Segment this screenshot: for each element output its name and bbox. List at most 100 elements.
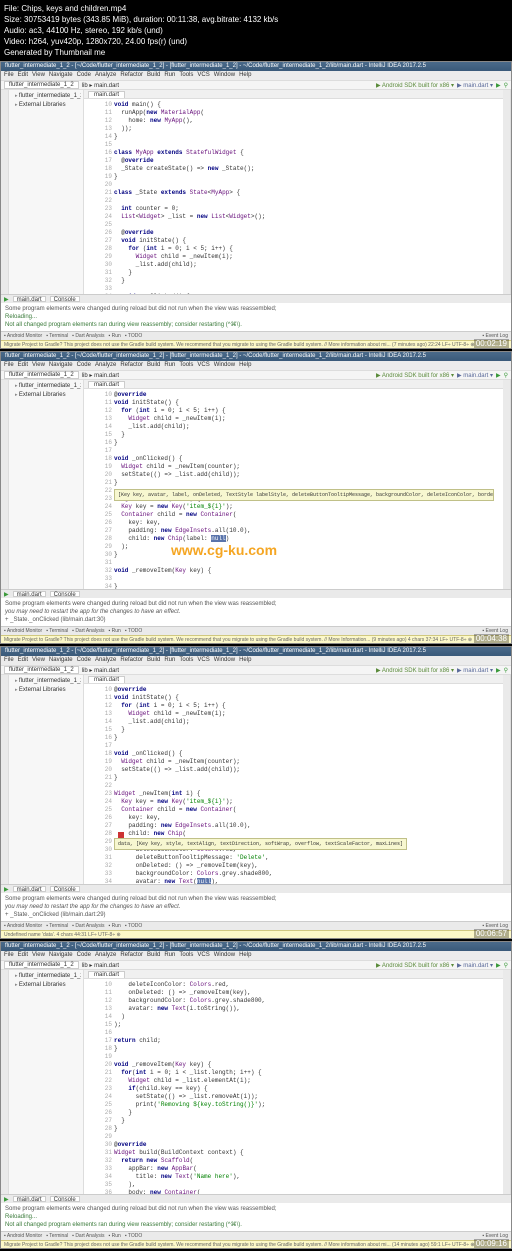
- bottombar-item[interactable]: ▪ Dart Analysis: [72, 628, 104, 634]
- console-tab[interactable]: main.dart: [13, 591, 46, 597]
- menu-analyze[interactable]: Analyze: [95, 657, 116, 663]
- menu-vcs[interactable]: VCS: [197, 362, 209, 368]
- run-config[interactable]: ▶ main.dart ▾: [457, 667, 493, 674]
- menu-vcs[interactable]: VCS: [197, 657, 209, 663]
- menu-navigate[interactable]: Navigate: [49, 362, 73, 368]
- bottombar-item[interactable]: ▪ TODO: [125, 628, 142, 634]
- bottombar-item[interactable]: ▪ Terminal: [46, 333, 68, 339]
- console-tab[interactable]: Console: [50, 886, 80, 892]
- bottombar-item[interactable]: ▪ Terminal: [46, 1233, 68, 1239]
- bottombar-item[interactable]: ▪ TODO: [125, 333, 142, 339]
- device-selector[interactable]: ▶ Android SDK built for x86 ▾: [376, 667, 454, 674]
- right-strip[interactable]: [503, 675, 511, 884]
- file-tab-main[interactable]: main.dart: [88, 676, 125, 683]
- menu-vcs[interactable]: VCS: [197, 72, 209, 78]
- debug-icon[interactable]: ⚲: [504, 82, 508, 89]
- project-tree[interactable]: flutter_intermediate_1_2 External Librar…: [9, 90, 84, 294]
- menu-analyze[interactable]: Analyze: [95, 362, 116, 368]
- console-tabs[interactable]: ▶ main.dartConsole: [1, 1195, 511, 1203]
- bottombar-item[interactable]: ▪ Terminal: [46, 923, 68, 929]
- console-tabs[interactable]: ▶ main.dartConsole: [1, 590, 511, 598]
- file-tabs[interactable]: main.dart: [84, 380, 503, 389]
- menu-tools[interactable]: Tools: [179, 657, 193, 663]
- console-tab[interactable]: Console: [50, 296, 80, 302]
- bottombar-item[interactable]: ▪ TODO: [125, 1233, 142, 1239]
- console-tabs[interactable]: ▶ main.dartConsole: [1, 295, 511, 303]
- menu-analyze[interactable]: Analyze: [95, 952, 116, 958]
- bottombar-item[interactable]: ▪ Dart Analysis: [72, 333, 104, 339]
- left-strip[interactable]: [1, 970, 9, 1194]
- console-tab[interactable]: main.dart: [13, 1196, 46, 1202]
- run-icon[interactable]: ▶: [496, 82, 501, 89]
- console-tabs[interactable]: ▶ main.dartConsole: [1, 885, 511, 893]
- menu-refactor[interactable]: Refactor: [120, 657, 143, 663]
- menu-code[interactable]: Code: [77, 657, 91, 663]
- console-output[interactable]: Some program elements were changed durin…: [1, 1203, 511, 1231]
- bottombar-item[interactable]: ▪ TODO: [125, 923, 142, 929]
- menu-file[interactable]: File: [4, 362, 14, 368]
- menu-file[interactable]: File: [4, 657, 14, 663]
- code-editor[interactable]: 10 11 12 13 14 15 16 17 18 19 20 21 22 2…: [84, 389, 503, 589]
- file-tab-main[interactable]: main.dart: [88, 971, 125, 978]
- file-tabs[interactable]: main.dart: [84, 970, 503, 979]
- project-tab[interactable]: flutter_intermediate_1_2: [4, 81, 79, 89]
- project-tree[interactable]: flutter_intermediate_1_2 External Librar…: [9, 380, 84, 589]
- code-editor[interactable]: 10 11 12 13 14 15 16 17 18 19 20 21 22 2…: [84, 979, 503, 1194]
- bottombar-item[interactable]: ▪ Run: [109, 923, 121, 929]
- external-libs[interactable]: External Libraries: [11, 981, 81, 990]
- run-config[interactable]: ▶ main.dart ▾: [457, 372, 493, 379]
- bottombar-item[interactable]: ▪ Run: [109, 628, 121, 634]
- code-editor[interactable]: 10 11 12 13 14 15 16 17 18 19 20 21 22 2…: [84, 99, 503, 294]
- menu-code[interactable]: Code: [77, 952, 91, 958]
- project-tab[interactable]: flutter_intermediate_1_2: [4, 666, 79, 674]
- menu-refactor[interactable]: Refactor: [120, 362, 143, 368]
- menu-navigate[interactable]: Navigate: [49, 72, 73, 78]
- bottombar-item[interactable]: ▪ Android Monitor: [4, 923, 42, 929]
- menu-vcs[interactable]: VCS: [197, 952, 209, 958]
- menu-window[interactable]: Window: [214, 72, 235, 78]
- console-tab[interactable]: Console: [50, 591, 80, 597]
- project-root[interactable]: flutter_intermediate_1_2: [11, 382, 81, 391]
- menu-file[interactable]: File: [4, 952, 14, 958]
- console-tab[interactable]: main.dart: [13, 886, 46, 892]
- bottom-toolbar[interactable]: ▪ Android Monitor▪ Terminal▪ Dart Analys…: [1, 921, 511, 930]
- menu-window[interactable]: Window: [214, 952, 235, 958]
- bottombar-item[interactable]: ▪ Terminal: [46, 628, 68, 634]
- bottombar-item[interactable]: ▪ Android Monitor: [4, 628, 42, 634]
- device-selector[interactable]: ▶ Android SDK built for x86 ▾: [376, 962, 454, 969]
- console-output[interactable]: Some program elements were changed durin…: [1, 598, 511, 626]
- external-libs[interactable]: External Libraries: [11, 686, 81, 695]
- project-root[interactable]: flutter_intermediate_1_2: [11, 677, 81, 686]
- run-icon[interactable]: ▶: [496, 372, 501, 379]
- device-selector[interactable]: ▶ Android SDK built for x86 ▾: [376, 372, 454, 379]
- console-tab[interactable]: Console: [50, 1196, 80, 1202]
- project-root[interactable]: flutter_intermediate_1_2: [11, 92, 81, 101]
- menu-view[interactable]: View: [32, 362, 45, 368]
- project-tab[interactable]: flutter_intermediate_1_2: [4, 961, 79, 969]
- menu-code[interactable]: Code: [77, 362, 91, 368]
- left-strip[interactable]: [1, 380, 9, 589]
- external-libs[interactable]: External Libraries: [11, 101, 81, 110]
- menu-help[interactable]: Help: [239, 657, 251, 663]
- menu-help[interactable]: Help: [239, 362, 251, 368]
- project-tree[interactable]: flutter_intermediate_1_2 External Librar…: [9, 675, 84, 884]
- run-icon[interactable]: ▶: [496, 667, 501, 674]
- bottombar-item[interactable]: ▪ Android Monitor: [4, 1233, 42, 1239]
- right-strip[interactable]: [503, 90, 511, 294]
- console-output[interactable]: Some program elements were changed durin…: [1, 303, 511, 331]
- menu-run[interactable]: Run: [164, 657, 175, 663]
- bottombar-item[interactable]: ▪ Run: [109, 333, 121, 339]
- project-tab[interactable]: flutter_intermediate_1_2: [4, 371, 79, 379]
- menu-build[interactable]: Build: [147, 362, 160, 368]
- menu-edit[interactable]: Edit: [18, 952, 28, 958]
- menu-tools[interactable]: Tools: [179, 72, 193, 78]
- debug-icon[interactable]: ⚲: [504, 667, 508, 674]
- menu-view[interactable]: View: [32, 72, 45, 78]
- menubar[interactable]: FileEditViewNavigateCodeAnalyzeRefactorB…: [1, 361, 511, 370]
- file-tabs[interactable]: main.dart: [84, 675, 503, 684]
- bottom-toolbar[interactable]: ▪ Android Monitor▪ Terminal▪ Dart Analys…: [1, 331, 511, 340]
- menu-tools[interactable]: Tools: [179, 362, 193, 368]
- menu-code[interactable]: Code: [77, 72, 91, 78]
- code-editor[interactable]: 10 11 12 13 14 15 16 17 18 19 20 21 22 2…: [84, 684, 503, 884]
- menu-file[interactable]: File: [4, 72, 14, 78]
